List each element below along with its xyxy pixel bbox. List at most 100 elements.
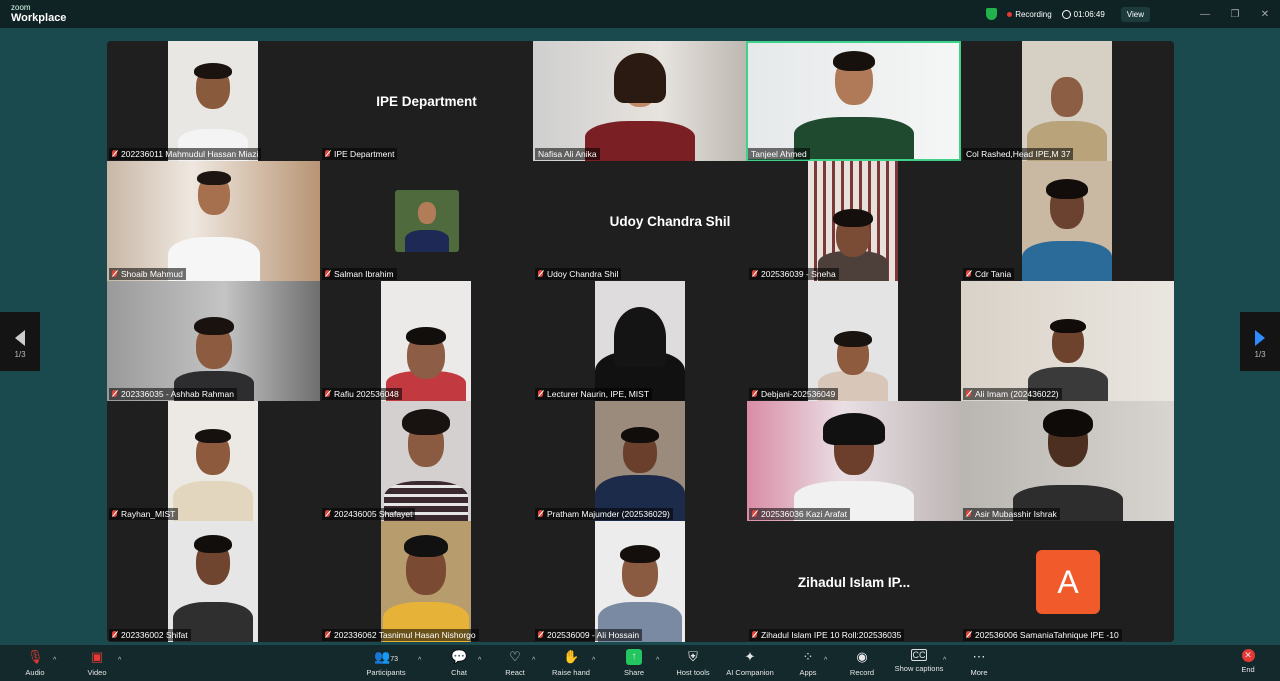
participant-name: 202536036 Kazi Arafat (749, 508, 851, 520)
encryption-shield-icon[interactable] (986, 8, 998, 20)
more-button[interactable]: ⋯ More (968, 649, 990, 677)
share-button[interactable]: ↑ Share (622, 649, 646, 677)
participant-tile[interactable]: 202536009 - Ali Hossain (533, 521, 747, 642)
participant-tile[interactable]: Col Rashed,Head IPE,M 37 (961, 41, 1174, 161)
chat-options-chevron-icon[interactable]: ^ (478, 657, 481, 664)
minimize-button[interactable]: — (1190, 9, 1220, 20)
ai-companion-button[interactable]: ✦ AI Companion (722, 649, 778, 677)
participant-tile[interactable]: Debjani-202536049 (747, 281, 961, 401)
zoom-logo: zoom Workplace (11, 3, 66, 24)
participant-video (1022, 41, 1112, 161)
host-tools-button[interactable]: ⛨ Host tools (673, 649, 713, 677)
apps-icon: ⁘ (802, 649, 814, 664)
camera-off-icon: ▣ (90, 649, 104, 664)
apps-button[interactable]: ⁘ Apps (797, 649, 819, 677)
audio-options-chevron-icon[interactable]: ^ (53, 657, 56, 664)
title-bar: zoom Workplace Recording 01:06:49 View —… (0, 0, 1280, 28)
participant-tile[interactable]: Rayhan_MIST (107, 401, 320, 521)
end-meeting-button[interactable]: ✕ End (1238, 649, 1258, 674)
mic-muted-icon (325, 631, 330, 638)
recording-dot-icon (1007, 11, 1013, 17)
participant-tile[interactable]: Salman Ibrahim (320, 161, 533, 281)
participants-button[interactable]: 👥73 Participants (362, 649, 410, 677)
participant-tile[interactable]: 202436005 Shafayet (320, 401, 533, 521)
recording-indicator[interactable]: Recording (1015, 10, 1051, 19)
next-page-button[interactable]: 1/3 (1240, 312, 1280, 371)
mic-muted-icon (112, 631, 117, 638)
participant-avatar (395, 190, 459, 252)
video-button[interactable]: ▣ Video (82, 649, 112, 677)
participant-tile[interactable]: Pratham Majumder (202536029) (533, 401, 747, 521)
record-button[interactable]: ◉ Record (848, 649, 876, 677)
video-gallery: 202236011 Mahmudul Hassan Miazi IPE Depa… (107, 41, 1174, 642)
participant-tile[interactable]: 202236011 Mahmudul Hassan Miazi (107, 41, 320, 161)
more-icon: ⋯ (972, 649, 986, 664)
captions-options-chevron-icon[interactable]: ^ (943, 657, 946, 664)
participant-name: 202436005 Shafayet (322, 508, 416, 520)
participant-name: Pratham Majumder (202536029) (535, 508, 673, 520)
participant-tile[interactable]: 202536039 - Sneha (747, 161, 961, 281)
raise-hand-options-chevron-icon[interactable]: ^ (592, 657, 595, 664)
page-indicator-right: 1/3 (1254, 350, 1266, 359)
react-button[interactable]: ♡ React (503, 649, 527, 677)
meeting-controls: 🎙 Audio ^ ▣ Video ^ 👥73 Participants ^ 💬… (0, 645, 1280, 681)
video-options-chevron-icon[interactable]: ^ (118, 657, 121, 664)
raise-hand-button[interactable]: ✋ Raise hand (550, 649, 592, 677)
participant-name: 202536009 - Ali Hossain (535, 629, 643, 641)
mic-muted-icon (325, 150, 330, 157)
participant-name: Zihadul Islam IPE 10 Roll:202536035 (749, 629, 905, 641)
participant-name: 202536006 SamaniaTahnique IPE -10 (963, 629, 1122, 641)
mic-muted-icon (325, 510, 330, 517)
participant-name: Cdr Tania (963, 268, 1015, 280)
prev-page-button[interactable]: 1/3 (0, 312, 40, 371)
sparkle-icon: ✦ (744, 649, 756, 664)
chat-icon: 💬 (451, 649, 468, 664)
show-captions-button[interactable]: CC Show captions (891, 649, 947, 673)
maximize-button[interactable]: ❐ (1220, 9, 1250, 20)
participant-tile[interactable]: Ali Imam (202436022) (961, 281, 1174, 401)
participant-tile[interactable]: A 202536006 SamaniaTahnique IPE -10 (961, 521, 1174, 642)
participant-name: Col Rashed,Head IPE,M 37 (963, 148, 1074, 160)
participant-name: Rayhan_MIST (109, 508, 179, 520)
meeting-timer[interactable]: 01:06:49 (1074, 10, 1105, 19)
participant-tile[interactable]: 202336002 Shifat (107, 521, 320, 642)
participant-name: Ali Imam (202436022) (963, 388, 1062, 400)
apps-options-chevron-icon[interactable]: ^ (824, 657, 827, 664)
participant-video (595, 521, 685, 642)
participant-tile[interactable]: 202336035 - Ashhab Rahman (107, 281, 320, 401)
mic-muted-icon (325, 390, 330, 397)
participant-tile[interactable]: Asir Mubasshir Ishrak (961, 401, 1174, 521)
participant-name: Lecturer Naurin, IPE, MIST (535, 388, 653, 400)
participants-options-chevron-icon[interactable]: ^ (418, 657, 421, 664)
participant-tile[interactable]: IPE Department IPE Department (320, 41, 533, 161)
mic-muted-icon (538, 390, 543, 397)
chat-button[interactable]: 💬 Chat (448, 649, 470, 677)
participant-video (381, 401, 471, 521)
mic-muted-icon (752, 390, 757, 397)
participant-name: Rafiu 202536048 (322, 388, 402, 400)
participant-tile[interactable]: 202536036 Kazi Arafat (747, 401, 961, 521)
view-button[interactable]: View (1120, 6, 1150, 22)
participant-name: IPE Department (322, 148, 398, 160)
share-options-chevron-icon[interactable]: ^ (656, 657, 659, 664)
mic-muted-icon (112, 510, 117, 517)
participant-tile[interactable]: Nafisa Ali Anika (533, 41, 746, 161)
heart-icon: ♡ (509, 649, 521, 664)
participant-tile[interactable]: 202336062 Tasnimul Hasan Nishorgo (320, 521, 533, 642)
participant-tile[interactable]: Zihadul Islam IP... Zihadul Islam IPE 10… (747, 521, 961, 642)
close-button[interactable]: ✕ (1250, 9, 1280, 20)
share-screen-icon: ↑ (626, 649, 642, 665)
mic-muted-icon (112, 270, 117, 277)
participant-name: Asir Mubasshir Ishrak (963, 508, 1060, 520)
participant-name: 202336002 Shifat (109, 629, 191, 641)
participant-avatar: A (1036, 550, 1100, 614)
participant-tile-active-speaker[interactable]: Tanjeel Ahmed (746, 41, 961, 161)
audio-button[interactable]: 🎙 Audio (20, 649, 50, 677)
participant-tile[interactable]: Lecturer Naurin, IPE, MIST (533, 281, 747, 401)
participant-tile[interactable]: Shoaib Mahmud (107, 161, 320, 281)
participant-name: Udoy Chandra Shil (535, 268, 622, 280)
participant-tile[interactable]: Rafiu 202536048 (320, 281, 533, 401)
participant-tile[interactable]: Cdr Tania (961, 161, 1174, 281)
react-options-chevron-icon[interactable]: ^ (532, 657, 535, 664)
clock-icon (1061, 9, 1071, 19)
